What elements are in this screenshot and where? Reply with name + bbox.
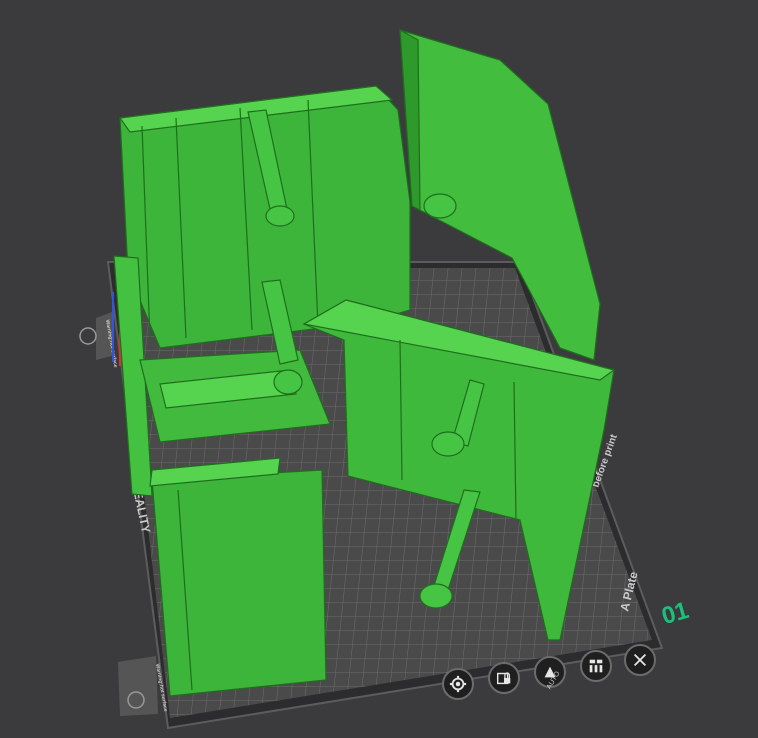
lock-plate-button[interactable] — [488, 662, 520, 694]
arrange-icon — [589, 659, 603, 673]
settings-button[interactable] — [442, 668, 474, 700]
gear-icon — [449, 675, 467, 693]
3d-viewport[interactable]: CREALITY A Plate before print Warning:ho… — [0, 0, 758, 738]
arrange-button[interactable] — [580, 650, 612, 682]
fingerprint-icon — [79, 327, 97, 345]
lock-icon — [496, 672, 511, 685]
plate-toolbar: AUTO — [440, 644, 662, 704]
auto-orient-button[interactable]: AUTO — [534, 656, 566, 691]
close-icon — [633, 653, 647, 667]
delete-plate-button[interactable] — [624, 644, 656, 676]
